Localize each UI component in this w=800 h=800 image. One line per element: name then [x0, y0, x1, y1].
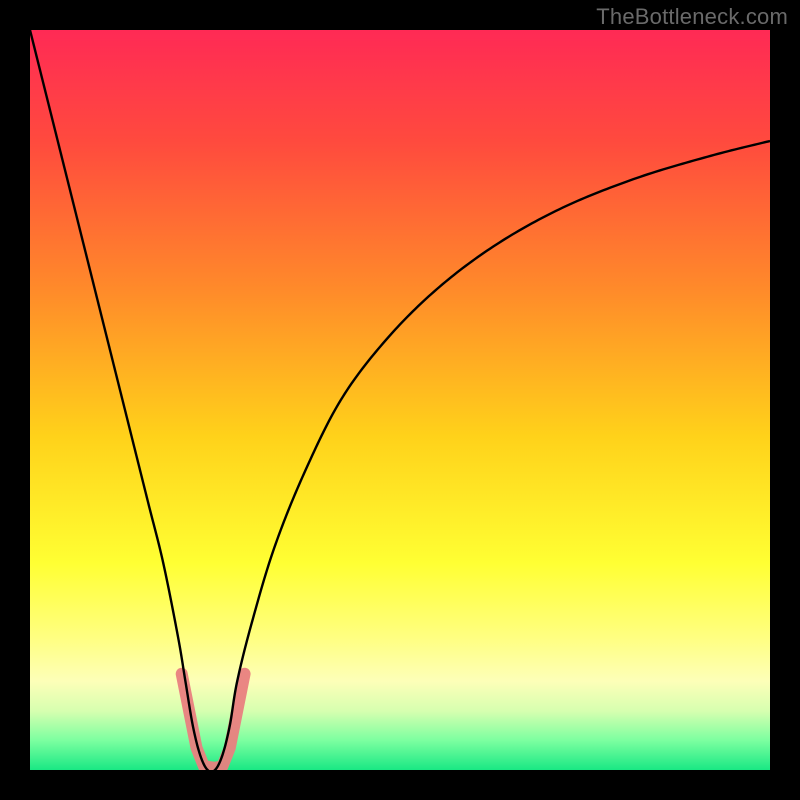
- background-gradient: [30, 30, 770, 770]
- plot-area: [30, 30, 770, 770]
- watermark: TheBottleneck.com: [596, 4, 788, 30]
- figure-root: TheBottleneck.com: [0, 0, 800, 800]
- plot-svg: [30, 30, 770, 770]
